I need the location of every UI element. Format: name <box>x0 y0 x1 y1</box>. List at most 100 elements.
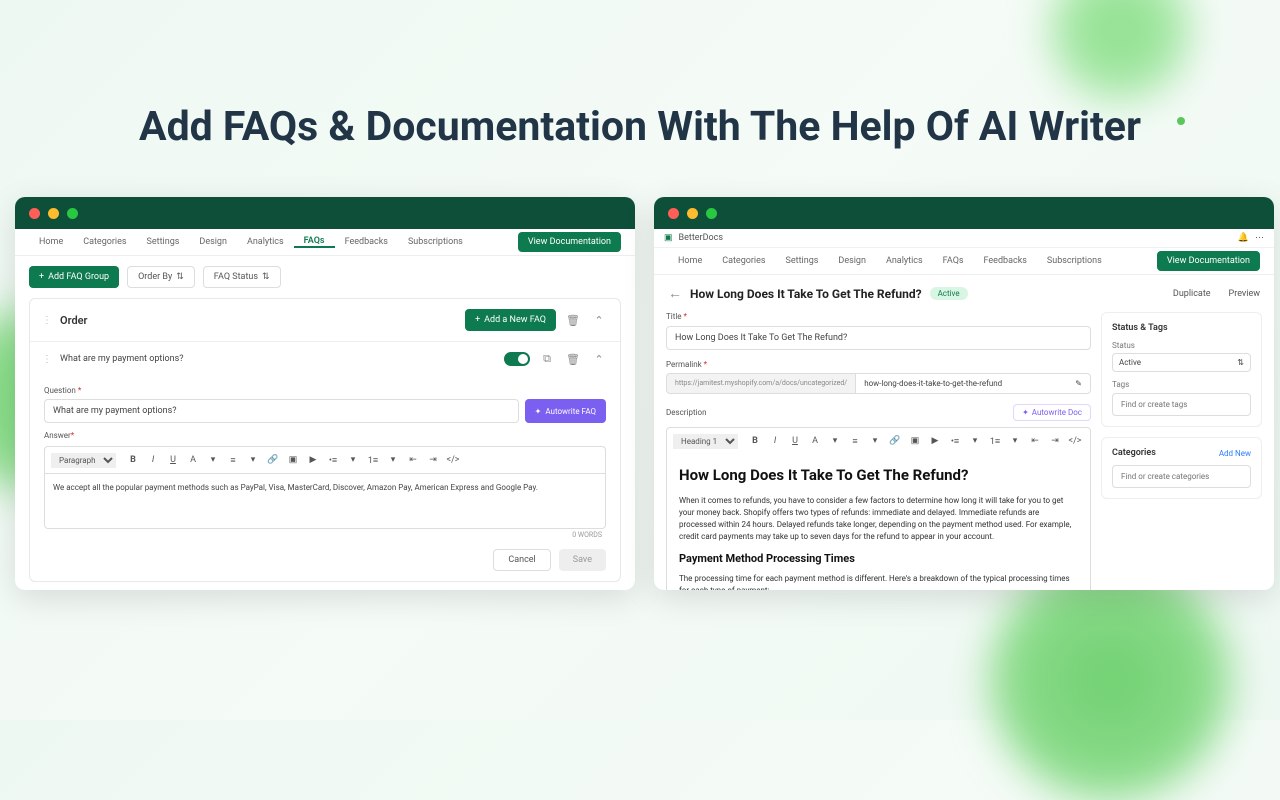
minimize-icon[interactable] <box>687 208 698 219</box>
underline-icon[interactable]: U <box>164 451 182 469</box>
bold-icon[interactable]: B <box>124 451 142 469</box>
align-icon[interactable]: ≡ <box>846 432 864 450</box>
outdent-icon[interactable]: ⇤ <box>1026 432 1044 450</box>
underline-icon[interactable]: U <box>786 432 804 450</box>
indent-icon[interactable]: ⇥ <box>424 451 442 469</box>
order-by-button[interactable]: Order By ⇅ <box>127 266 195 288</box>
nav-analytics[interactable]: Analytics <box>237 237 294 247</box>
align-icon[interactable]: ≡ <box>224 451 242 469</box>
bold-icon[interactable]: B <box>746 432 764 450</box>
text-color-icon[interactable]: A <box>806 432 824 450</box>
nav-feedbacks[interactable]: Feedbacks <box>974 256 1037 266</box>
nav-categories[interactable]: Categories <box>712 256 775 266</box>
maximize-icon[interactable] <box>67 208 78 219</box>
status-tags-title: Status & Tags <box>1112 323 1251 333</box>
status-select[interactable]: Active⇅ <box>1112 353 1251 372</box>
chevron-down-icon[interactable]: ▾ <box>866 432 884 450</box>
nav-settings[interactable]: Settings <box>776 256 829 266</box>
unordered-list-icon[interactable]: •≡ <box>946 432 964 450</box>
preview-button[interactable]: Preview <box>1229 289 1260 299</box>
nav-feedbacks[interactable]: Feedbacks <box>335 237 398 247</box>
titlebar <box>654 197 1274 229</box>
add-faq-group-button[interactable]: +Add FAQ Group <box>29 266 119 288</box>
duplicate-button[interactable]: Duplicate <box>1173 289 1211 299</box>
question-input[interactable] <box>44 399 519 423</box>
italic-icon[interactable]: I <box>144 451 162 469</box>
image-icon[interactable]: ▣ <box>284 451 302 469</box>
nav-subscriptions[interactable]: Subscriptions <box>1037 256 1112 266</box>
delete-icon[interactable]: 🗑 <box>564 311 582 329</box>
chevron-down-icon[interactable]: ▾ <box>244 451 262 469</box>
view-documentation-button[interactable]: View Documentation <box>518 232 621 252</box>
brand-name: BetterDocs <box>679 233 724 243</box>
autowrite-doc-button[interactable]: ✦Autowrite Doc <box>1013 404 1091 421</box>
bell-icon[interactable]: 🔔 <box>1238 233 1249 243</box>
code-icon[interactable]: </> <box>444 451 462 469</box>
save-button[interactable]: Save <box>559 549 606 571</box>
permalink-slug-input[interactable]: how-long-does-it-take-to-get-the-refund✎ <box>855 373 1091 394</box>
chevron-down-icon[interactable]: ▾ <box>384 451 402 469</box>
nav-design[interactable]: Design <box>828 256 876 266</box>
title-input[interactable] <box>666 326 1091 350</box>
indent-icon[interactable]: ⇥ <box>1046 432 1064 450</box>
permalink-label: Permalink * <box>666 360 1091 369</box>
block-format-select[interactable]: Paragraph <box>51 453 116 468</box>
cancel-button[interactable]: Cancel <box>493 549 550 571</box>
chevron-up-icon[interactable]: ⌃ <box>590 311 608 329</box>
faq-toggle[interactable] <box>504 352 530 366</box>
status-tags-card: Status & Tags Status Active⇅ Tags <box>1101 312 1262 427</box>
chevron-down-icon[interactable]: ▾ <box>826 432 844 450</box>
image-icon[interactable]: ▣ <box>906 432 924 450</box>
copy-icon[interactable]: ⧉ <box>538 350 556 368</box>
autowrite-faq-button[interactable]: ✦Autowrite FAQ <box>525 399 606 423</box>
minimize-icon[interactable] <box>48 208 59 219</box>
outdent-icon[interactable]: ⇤ <box>404 451 422 469</box>
answer-editor[interactable]: We accept all the popular payment method… <box>44 473 606 529</box>
view-documentation-button[interactable]: View Documentation <box>1157 251 1260 271</box>
rte-toolbar: Paragraph B I U A ▾ ≡ ▾ 🔗 ▣ ▶ •≡ ▾ 1≡ ▾ … <box>44 446 606 473</box>
drag-icon[interactable]: ⋮ <box>42 354 52 365</box>
add-new-category-button[interactable]: Add New <box>1219 449 1251 458</box>
chevron-up-icon[interactable]: ⌃ <box>590 350 608 368</box>
nav-settings[interactable]: Settings <box>137 237 190 247</box>
nav-home[interactable]: Home <box>668 256 712 266</box>
close-icon[interactable] <box>668 208 679 219</box>
ordered-list-icon[interactable]: 1≡ <box>986 432 1004 450</box>
link-icon[interactable]: 🔗 <box>264 451 282 469</box>
nav-design[interactable]: Design <box>189 237 237 247</box>
more-icon[interactable]: ⋯ <box>1255 233 1264 243</box>
doc-editor[interactable]: How Long Does It Take To Get The Refund?… <box>666 454 1091 590</box>
nav-categories[interactable]: Categories <box>73 237 136 247</box>
doc-title: How Long Does It Take To Get The Refund? <box>690 287 922 301</box>
maximize-icon[interactable] <box>706 208 717 219</box>
code-icon[interactable]: </> <box>1066 432 1084 450</box>
drag-icon[interactable]: ⋮ <box>42 315 52 326</box>
nav-faqs[interactable]: FAQs <box>294 236 335 248</box>
back-icon[interactable]: ← <box>668 285 682 302</box>
delete-icon[interactable]: 🗑 <box>564 350 582 368</box>
tags-input[interactable] <box>1112 393 1251 416</box>
unordered-list-icon[interactable]: •≡ <box>324 451 342 469</box>
faq-status-button[interactable]: FAQ Status ⇅ <box>203 266 281 288</box>
nav-faqs[interactable]: FAQs <box>933 256 974 266</box>
ordered-list-icon[interactable]: 1≡ <box>364 451 382 469</box>
edit-icon[interactable]: ✎ <box>1075 379 1082 388</box>
chevron-down-icon[interactable]: ▾ <box>966 432 984 450</box>
block-format-select[interactable]: Heading 1 <box>673 434 738 449</box>
italic-icon[interactable]: I <box>766 432 784 450</box>
chevron-down-icon[interactable]: ▾ <box>204 451 222 469</box>
add-new-faq-button[interactable]: +Add a New FAQ <box>465 309 556 331</box>
video-icon[interactable]: ▶ <box>926 432 944 450</box>
close-icon[interactable] <box>29 208 40 219</box>
text-color-icon[interactable]: A <box>184 451 202 469</box>
link-icon[interactable]: 🔗 <box>886 432 904 450</box>
nav-home[interactable]: Home <box>29 237 73 247</box>
nav-analytics[interactable]: Analytics <box>876 256 933 266</box>
chevron-down-icon[interactable]: ▾ <box>344 451 362 469</box>
rte-toolbar: Heading 1 B I U A ▾ ≡ ▾ 🔗 ▣ ▶ •≡ ▾ 1≡ ▾ … <box>666 427 1091 454</box>
categories-input[interactable] <box>1112 465 1251 488</box>
video-icon[interactable]: ▶ <box>304 451 322 469</box>
status-label: Status <box>1112 341 1251 350</box>
nav-subscriptions[interactable]: Subscriptions <box>398 237 473 247</box>
chevron-down-icon[interactable]: ▾ <box>1006 432 1024 450</box>
